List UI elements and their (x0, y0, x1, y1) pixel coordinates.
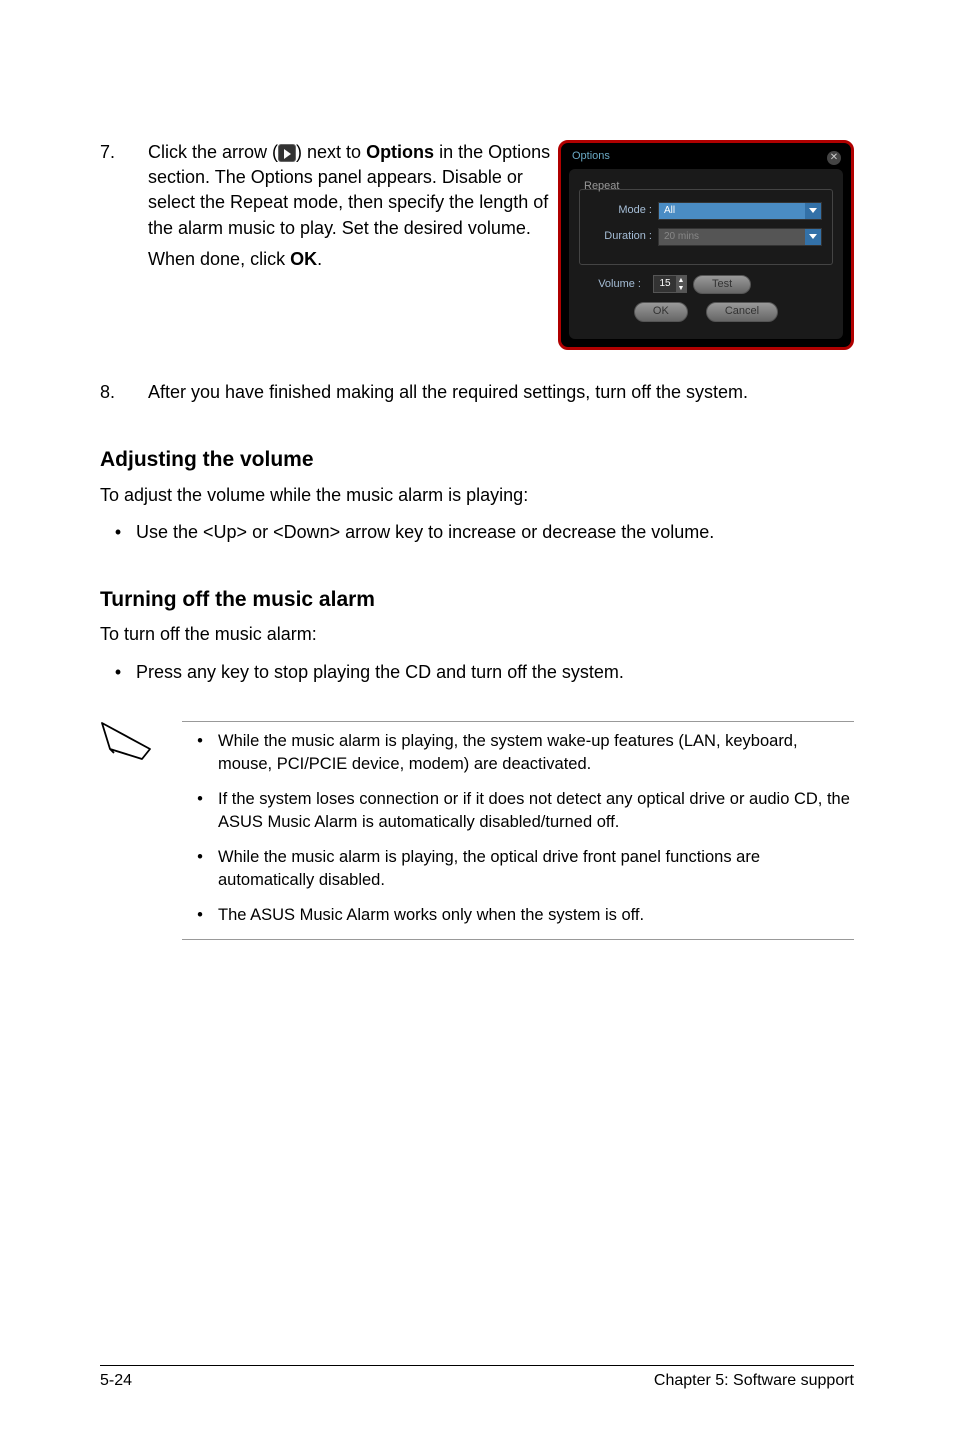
step-text: After you have finished making all the r… (148, 380, 854, 405)
spinner-down-icon[interactable]: ▼ (676, 284, 686, 292)
options-dialog: Options ✕ Repeat Mode : All Duration : (558, 140, 854, 350)
mode-select[interactable]: All (658, 202, 822, 220)
chevron-down-icon[interactable] (805, 229, 821, 245)
note-text: While the music alarm is playing, the sy… (218, 730, 854, 776)
note-block: • While the music alarm is playing, the … (100, 721, 854, 941)
note-text: If the system loses connection or if it … (218, 788, 854, 834)
bullet-marker: • (182, 788, 218, 834)
close-icon[interactable]: ✕ (827, 151, 841, 165)
duration-label: Duration : (590, 229, 658, 244)
section-heading: Turning off the music alarm (100, 585, 854, 614)
note-text: While the music alarm is playing, the op… (218, 846, 854, 892)
section-intro: To adjust the volume while the music ala… (100, 483, 854, 508)
chapter-label: Chapter 5: Software support (654, 1372, 854, 1390)
chevron-down-icon[interactable] (805, 203, 821, 219)
ok-button[interactable]: OK (634, 302, 688, 321)
cancel-button[interactable]: Cancel (706, 302, 778, 321)
section-heading: Adjusting the volume (100, 445, 854, 474)
bullet-marker: • (182, 730, 218, 776)
section-intro: To turn off the music alarm: (100, 622, 854, 647)
page-footer: 5-24 Chapter 5: Software support (100, 1365, 854, 1390)
volume-spinner[interactable]: 15 ▲ ▼ (653, 275, 687, 293)
mode-label: Mode : (590, 203, 658, 218)
bullet-marker: • (182, 846, 218, 892)
note-text: The ASUS Music Alarm works only when the… (218, 904, 644, 927)
dialog-title: Options (569, 149, 843, 169)
bullet-marker: • (100, 520, 136, 545)
test-button[interactable]: Test (693, 275, 751, 294)
dialog-body: Repeat Mode : All Duration : 20 mins (569, 169, 843, 339)
step-text: Click the arrow () next to Options in th… (148, 140, 558, 272)
note-icon (100, 721, 154, 761)
repeat-fieldset: Mode : All Duration : 20 mins (579, 189, 833, 265)
step-7: 7. Click the arrow () next to Options in… (100, 140, 558, 272)
note-content: • While the music alarm is playing, the … (182, 721, 854, 941)
page-number: 5-24 (100, 1372, 132, 1390)
bullet-marker: • (182, 904, 218, 927)
duration-select[interactable]: 20 mins (658, 228, 822, 246)
bullet-item: • Use the <Up> or <Down> arrow key to in… (100, 520, 854, 545)
step-8: 8. After you have finished making all th… (100, 380, 854, 405)
step-number: 8. (100, 380, 148, 405)
volume-label: Volume : (579, 277, 647, 292)
bullet-marker: • (100, 660, 136, 685)
bullet-item: • Press any key to stop playing the CD a… (100, 660, 854, 685)
arrow-icon (278, 144, 296, 162)
step-number: 7. (100, 140, 148, 272)
